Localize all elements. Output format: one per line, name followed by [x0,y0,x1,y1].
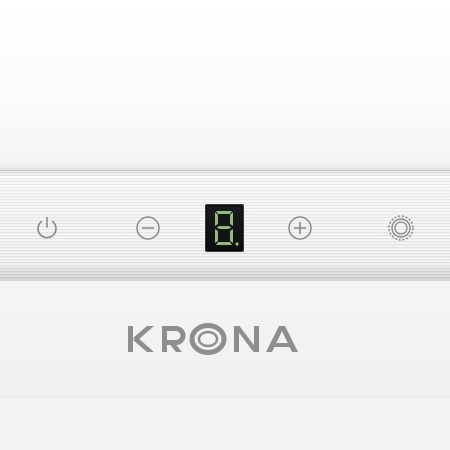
light-button[interactable] [384,211,418,245]
strip-highlight [0,176,450,178]
seven-segment-digit [215,211,239,246]
light-gear-icon [388,215,414,241]
bottom-panel [0,399,450,450]
hood-upper-glass [0,0,450,168]
speed-display [205,204,244,252]
minus-circle-icon [136,216,160,240]
plus-circle-icon [288,216,312,240]
strip-lower-edge [0,266,450,280]
power-icon [37,216,57,239]
range-hood-panel [0,0,450,450]
power-button[interactable] [30,211,64,245]
krona-logo [128,323,298,355]
brand-logo [126,319,322,359]
decrease-speed-button[interactable] [131,211,165,245]
increase-speed-button[interactable] [283,211,317,245]
upper-shadow [0,160,450,170]
